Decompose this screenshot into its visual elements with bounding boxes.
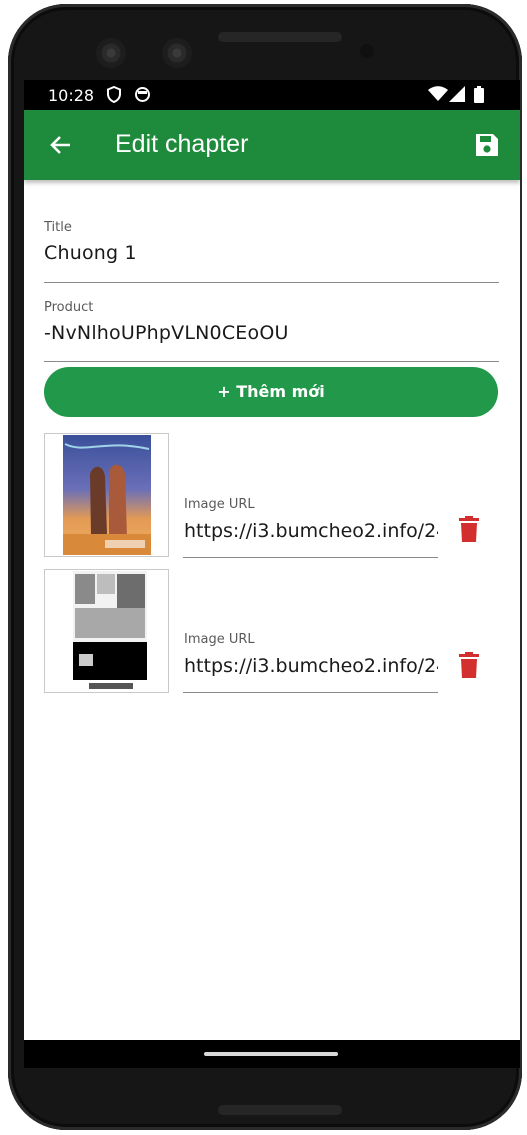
image-url-input-1[interactable]: https://i3.bumcheo2.info/24 [184, 520, 438, 542]
product-field-underline [44, 361, 499, 362]
image-url-underline-2 [183, 692, 438, 693]
shield-icon [106, 85, 122, 107]
add-image-button[interactable]: + Thêm mới [44, 367, 498, 417]
app-screen: 10:28 Edit chapter Title Chuong 1 Produc… [24, 80, 520, 1068]
page-title: Edit chapter [115, 130, 249, 158]
title-field-label: Title [44, 220, 72, 235]
signal-icon [449, 86, 465, 106]
app-bar: Edit chapter [24, 110, 520, 180]
system-nav-bar [24, 1040, 520, 1068]
front-sensor [162, 38, 192, 68]
earpiece-speaker [218, 32, 342, 42]
home-gesture-bar[interactable] [204, 1052, 338, 1056]
bottom-speaker [218, 1105, 342, 1115]
floppy-disk-icon[interactable] [474, 132, 500, 158]
proximity-sensor [360, 44, 374, 58]
image-thumbnail-1 [44, 433, 169, 557]
arrow-left-icon[interactable] [48, 132, 74, 158]
image-url-label-2: Image URL [184, 632, 255, 647]
sync-icon [134, 86, 151, 107]
image-url-input-2[interactable]: https://i3.bumcheo2.info/24 [184, 655, 438, 677]
image-url-underline-1 [183, 557, 438, 558]
title-field-underline [44, 282, 499, 283]
trash-icon[interactable] [458, 652, 480, 678]
status-bar: 10:28 [24, 80, 520, 110]
image-url-label-1: Image URL [184, 497, 255, 512]
title-field-value[interactable]: Chuong 1 [44, 242, 137, 264]
trash-icon[interactable] [458, 516, 480, 542]
front-camera [96, 38, 126, 68]
battery-icon [474, 86, 484, 107]
product-field-label: Product [44, 300, 94, 315]
wifi-icon [428, 86, 448, 106]
image-thumbnail-2 [44, 569, 169, 693]
status-time: 10:28 [48, 86, 95, 105]
product-field-value[interactable]: -NvNlhoUPhpVLN0CEoOU [44, 322, 289, 344]
